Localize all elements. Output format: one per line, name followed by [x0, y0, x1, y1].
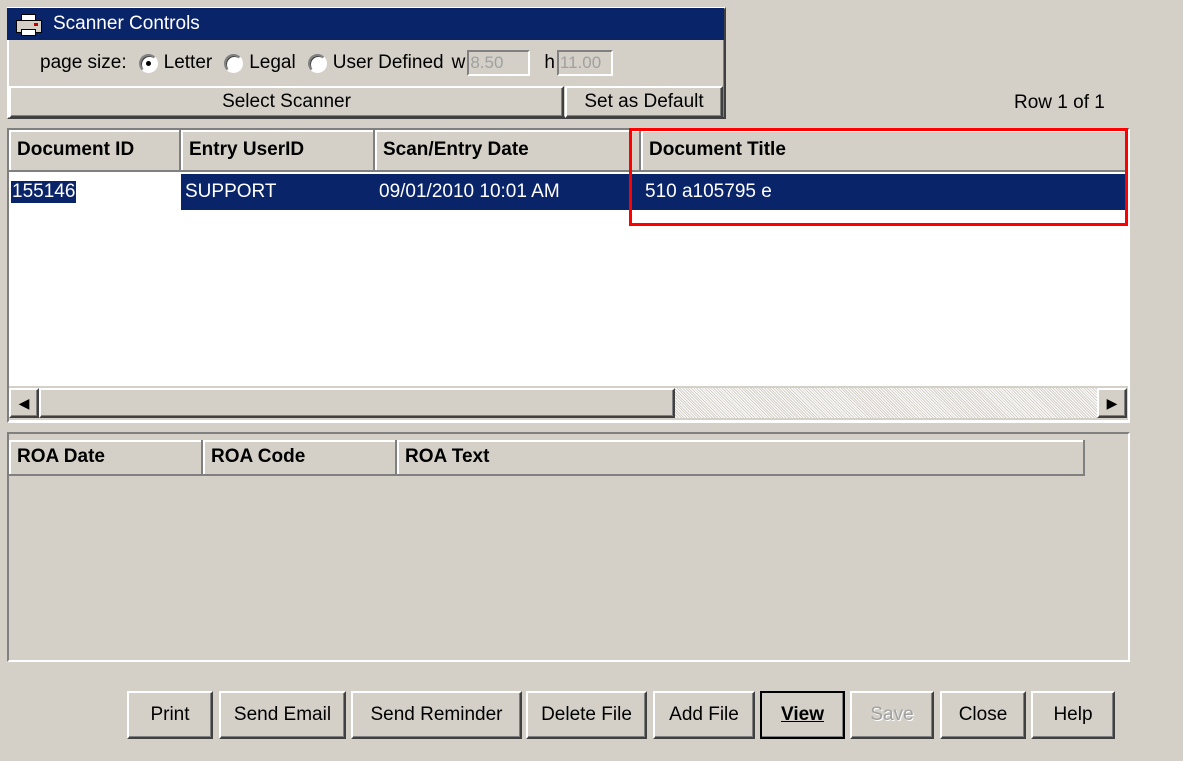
scanner-controls-title: Scanner Controls: [53, 13, 200, 34]
height-input[interactable]: 11.00: [556, 50, 613, 76]
row-count: Row 1 of 1: [1014, 92, 1105, 113]
delete-file-label: Delete File: [541, 704, 632, 725]
printer-icon: [15, 13, 43, 36]
user-defined-radio[interactable]: [307, 53, 327, 73]
help-label: Help: [1053, 704, 1093, 725]
column-header-scan-entry-date[interactable]: Scan/Entry Date: [375, 130, 641, 172]
cell-document-id[interactable]: 155146: [9, 174, 181, 210]
column-header-entry-userid[interactable]: Entry UserID: [181, 130, 375, 172]
help-button[interactable]: Help: [1031, 691, 1115, 739]
print-label: Print: [150, 704, 190, 725]
cell-scan-entry-date[interactable]: 09/01/2010 10:01 AM: [375, 174, 641, 210]
close-label: Close: [958, 704, 1008, 725]
letter-radio[interactable]: [138, 53, 158, 73]
cell-entry-userid[interactable]: SUPPORT: [181, 174, 375, 210]
view-button[interactable]: View: [760, 691, 845, 739]
roa-table: ROA Date ROA Code ROA Text: [7, 432, 1130, 662]
save-label: Save: [870, 704, 914, 725]
page-size-label: page size:: [40, 52, 127, 73]
scroll-thumb[interactable]: [39, 388, 675, 418]
scanner-controls-title-bar: Scanner Controls: [7, 8, 724, 40]
send-reminder-button[interactable]: Send Reminder: [351, 691, 522, 739]
width-label: w: [451, 52, 466, 73]
column-header-roa-code[interactable]: ROA Code: [203, 440, 397, 476]
view-label: View: [781, 704, 824, 725]
add-file-label: Add File: [669, 704, 739, 725]
height-label: h: [544, 52, 555, 73]
cell-document-id-value: 155146: [11, 181, 77, 203]
legal-radio[interactable]: [224, 53, 244, 73]
letter-label[interactable]: Letter: [164, 52, 213, 74]
page-size-row: page size: Letter Legal User Defined w 8…: [40, 46, 613, 80]
legal-label[interactable]: Legal: [249, 52, 296, 74]
horizontal-scrollbar[interactable]: ◀ ▶: [9, 386, 1128, 420]
set-as-default-button[interactable]: Set as Default: [565, 86, 723, 118]
close-button[interactable]: Close: [940, 691, 1026, 739]
highlight-box: [629, 128, 1128, 226]
scroll-track[interactable]: [675, 388, 1097, 418]
send-reminder-label: Send Reminder: [370, 704, 503, 725]
arrow-right-icon: ▶: [1106, 394, 1118, 411]
save-button[interactable]: Save: [850, 691, 934, 739]
column-header-roa-text[interactable]: ROA Text: [397, 440, 1085, 476]
add-file-button[interactable]: Add File: [653, 691, 755, 739]
select-scanner-button[interactable]: Select Scanner: [9, 86, 564, 118]
send-email-button[interactable]: Send Email: [219, 691, 346, 739]
scroll-right-button[interactable]: ▶: [1097, 388, 1127, 418]
column-header-roa-date[interactable]: ROA Date: [9, 440, 203, 476]
print-button[interactable]: Print: [127, 691, 213, 739]
scroll-left-button[interactable]: ◀: [9, 388, 39, 418]
column-header-document-id[interactable]: Document ID: [9, 130, 181, 172]
user-defined-label[interactable]: User Defined: [333, 52, 444, 74]
width-input[interactable]: 8.50: [467, 50, 531, 76]
delete-file-button[interactable]: Delete File: [526, 691, 647, 739]
send-email-label: Send Email: [233, 704, 332, 725]
arrow-left-icon: ◀: [18, 394, 30, 411]
